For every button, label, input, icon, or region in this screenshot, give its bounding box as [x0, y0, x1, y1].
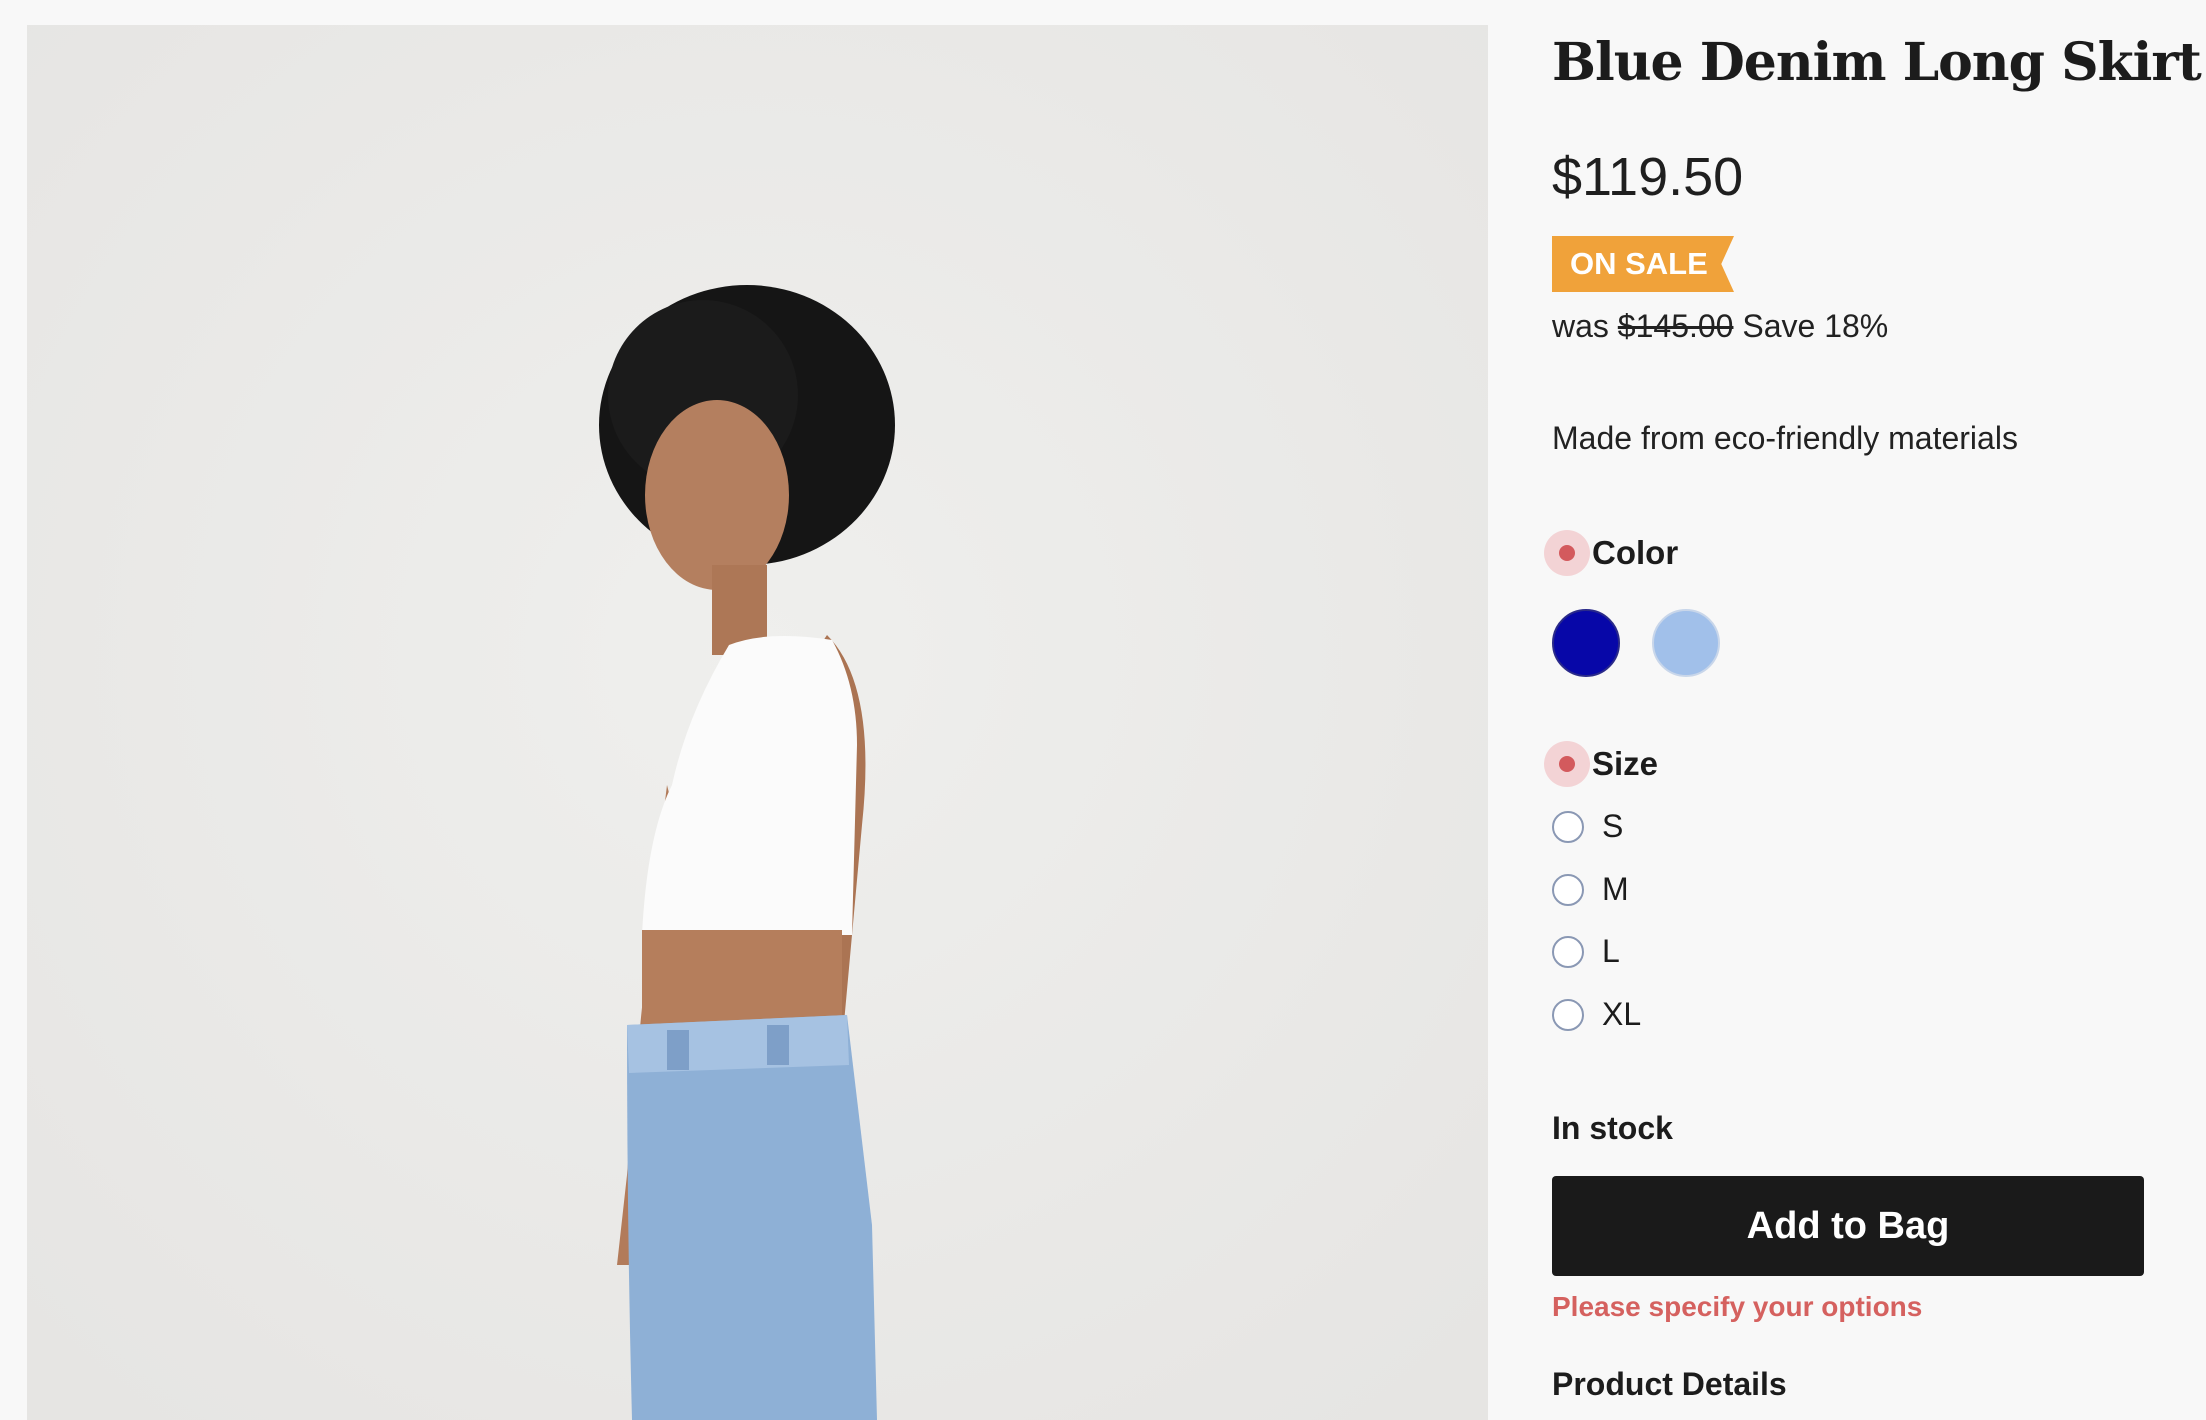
color-option-label: Color	[1544, 530, 1678, 576]
required-indicator-icon	[1544, 530, 1590, 576]
color-swatch-light-blue[interactable]	[1652, 609, 1720, 677]
size-option-xl[interactable]: XL	[1552, 996, 1641, 1033]
product-price: $119.50	[1552, 147, 1744, 207]
product-title: Blue Denim Long Skirt	[1552, 32, 2202, 93]
radio-icon[interactable]	[1552, 998, 1584, 1031]
size-option-label-text: L	[1602, 933, 1620, 969]
size-option-label-text: M	[1602, 871, 1629, 907]
stock-status: In stock	[1552, 1110, 1673, 1146]
size-option-label-text: XL	[1602, 996, 1642, 1032]
size-option-s[interactable]: S	[1552, 808, 1623, 845]
model-photo	[27, 25, 1488, 1420]
color-swatch-dark-blue[interactable]	[1552, 609, 1620, 677]
size-option-label-text: S	[1602, 808, 1624, 844]
required-indicator-icon	[1544, 741, 1590, 787]
size-option-l[interactable]: L	[1552, 933, 1620, 970]
radio-icon[interactable]	[1552, 810, 1584, 843]
save-percent: Save 18%	[1742, 308, 1889, 344]
size-option-m[interactable]: M	[1552, 871, 1629, 908]
product-details-heading[interactable]: Product Details	[1552, 1366, 1787, 1403]
color-label-text: Color	[1592, 534, 1679, 571]
size-label-text: Size	[1592, 745, 1659, 782]
was-prefix: was	[1552, 308, 1609, 344]
original-price: $145.00	[1617, 308, 1734, 344]
radio-icon[interactable]	[1552, 935, 1584, 968]
add-to-bag-button[interactable]: Add to Bag	[1552, 1176, 2144, 1276]
size-option-label: Size	[1544, 741, 1658, 787]
sale-badge: ON SALE	[1552, 236, 1734, 292]
radio-icon[interactable]	[1552, 873, 1584, 906]
product-description: Made from eco-friendly materials	[1552, 420, 2018, 456]
was-price-line: was $145.00 Save 18%	[1552, 308, 1888, 345]
product-image[interactable]	[27, 25, 1488, 1420]
options-error-message: Please specify your options	[1552, 1291, 1923, 1322]
